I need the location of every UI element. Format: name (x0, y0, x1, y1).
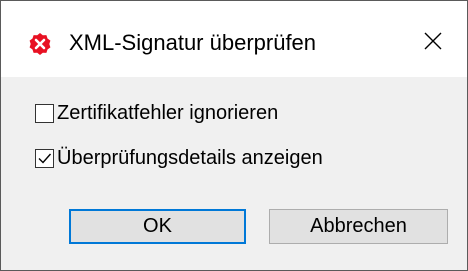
ignore-certificate-errors-option[interactable]: Zertifikatfehler ignorieren (35, 99, 278, 127)
show-verification-details-option[interactable]: Überprüfungsdetails anzeigen (35, 144, 323, 172)
ok-button[interactable]: OK (69, 209, 246, 244)
close-button[interactable] (411, 23, 455, 63)
show-verification-details-label[interactable]: Überprüfungsdetails anzeigen (57, 145, 323, 171)
ignore-certificate-errors-checkbox[interactable] (35, 103, 54, 123)
show-verification-details-checkbox[interactable] (35, 148, 54, 168)
dialog-window: XML-Signatur überprüfen Zertifikatfehler… (0, 0, 468, 271)
checkmark-icon (38, 153, 52, 164)
error-x-icon (28, 32, 52, 56)
ignore-certificate-errors-label[interactable]: Zertifikatfehler ignorieren (57, 100, 278, 126)
close-icon (424, 32, 442, 55)
dialog-body: Zertifikatfehler ignorieren Überprüfungs… (1, 77, 467, 270)
title-bar: XML-Signatur überprüfen (1, 1, 467, 77)
cancel-button[interactable]: Abbrechen (269, 209, 448, 244)
dialog-title: XML-Signatur überprüfen (69, 30, 317, 55)
